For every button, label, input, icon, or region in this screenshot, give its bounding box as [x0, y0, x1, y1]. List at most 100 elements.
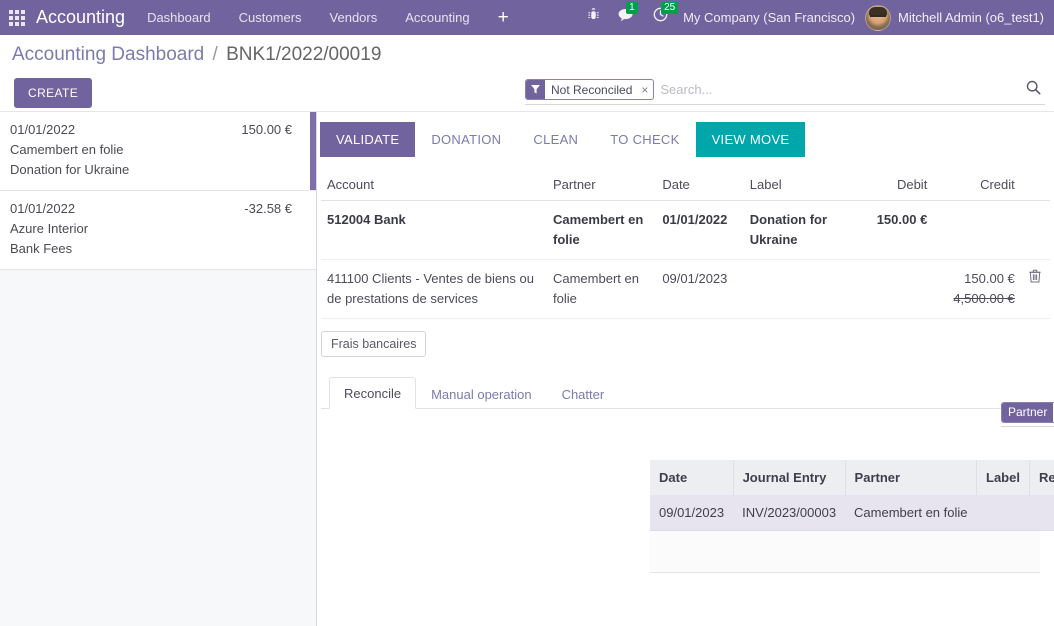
tab-manual-operation[interactable]: Manual operation — [416, 378, 546, 409]
create-button[interactable]: CREATE — [14, 78, 93, 108]
statement-line-date: 01/01/2022 — [10, 201, 76, 216]
donation-button[interactable]: DONATION — [415, 122, 517, 157]
menu-add-icon[interactable]: + — [484, 0, 523, 35]
reconcile-proposition-table: Date Journal Entry Partner Label Residua… — [650, 460, 1054, 531]
col-partner: Partner — [845, 460, 978, 495]
proposition-label — [976, 495, 1030, 531]
reconcile-search-row: Partner Camembert en folie × — [1001, 401, 1054, 427]
partner-badge-row: Frais bancaires — [317, 319, 1054, 357]
move-line-account: 411100 Clients - Ventes de biens ou de p… — [321, 259, 547, 319]
to-check-button[interactable]: TO CHECK — [594, 122, 695, 157]
proposition-head: Date Journal Entry Partner Label Residua… — [650, 460, 1054, 495]
search-input[interactable] — [654, 82, 1022, 97]
col-date: Date — [656, 173, 744, 201]
col-date: Date — [650, 460, 734, 495]
reconcile-search-facet-partner[interactable]: Partner Camembert en folie × — [1001, 401, 1054, 423]
clean-button[interactable]: CLEAN — [517, 122, 594, 157]
col-residual-amount: Residual Amount — [1029, 460, 1054, 495]
reconcile-facet-field-label: Partner — [1002, 402, 1054, 422]
move-line-credit: 150.00 € — [964, 271, 1015, 286]
move-lines-table: Account Partner Date Label Debit Credit … — [321, 173, 1050, 319]
statement-line-list: 01/01/2022 150.00 € Camembert en folie D… — [0, 112, 317, 626]
statement-line-1[interactable]: 01/01/2022 -32.58 € Azure Interior Bank … — [0, 191, 316, 270]
menu-customers[interactable]: Customers — [225, 0, 316, 35]
top-navbar: Accounting Dashboard Customers Vendors A… — [0, 0, 1054, 35]
breadcrumb-current: BNK1/2022/00019 — [226, 44, 382, 65]
search-facet-not-reconciled[interactable]: Not Reconciled × — [525, 79, 655, 100]
statement-line-0[interactable]: 01/01/2022 150.00 € Camembert en folie D… — [0, 112, 316, 191]
messages-icon[interactable]: 1 — [609, 0, 644, 35]
statement-line-label: Donation for Ukraine — [10, 162, 130, 177]
apps-grid-icon[interactable] — [0, 0, 34, 35]
menu-dashboard[interactable]: Dashboard — [133, 0, 225, 35]
activities-count-badge: 25 — [661, 2, 679, 14]
proposition-empty-area — [650, 531, 1040, 573]
move-line-debit — [845, 259, 934, 319]
move-line-debit: 150.00 € — [845, 200, 934, 260]
user-menu[interactable]: Mitchell Admin (o6_test1) — [865, 4, 1050, 31]
breadcrumb: Accounting Dashboard / BNK1/2022/00019 — [12, 44, 381, 66]
filter-icon — [526, 80, 545, 99]
col-partner: Partner — [546, 173, 657, 201]
move-line-account: 512004 Bank — [321, 200, 547, 260]
bug-icon[interactable] — [578, 0, 609, 35]
move-line-partner: Camembert en folie — [546, 200, 657, 260]
app-brand-name[interactable]: Accounting — [34, 7, 133, 28]
menu-accounting[interactable]: Accounting — [391, 0, 483, 35]
tab-chatter[interactable]: Chatter — [547, 378, 620, 409]
search-row: Not Reconciled × — [525, 79, 1045, 105]
statement-line-header: 01/01/2022 150.00 € — [10, 120, 304, 140]
move-line-credit-original: 4,500.00 € — [953, 291, 1015, 306]
proposition-journal-entry: INV/2023/00003 — [733, 495, 846, 531]
move-line-credit — [933, 200, 1021, 260]
search-icon[interactable] — [1022, 80, 1045, 99]
search-facet-value: Not Reconciled — [545, 80, 638, 99]
search-facet-remove-icon[interactable]: × — [637, 80, 653, 99]
move-line-partner: Camembert en folie — [546, 259, 657, 319]
activities-icon[interactable]: 25 — [644, 0, 679, 35]
col-debit: Debit — [845, 173, 934, 201]
move-line-row-0[interactable]: 512004 Bank Camembert en folie 01/01/202… — [321, 200, 1050, 260]
proposition-date: 09/01/2023 — [650, 495, 734, 531]
menu-vendors[interactable]: Vendors — [316, 0, 392, 35]
reconciliation-body: 01/01/2022 150.00 € Camembert en folie D… — [0, 112, 1054, 626]
move-line-date: 09/01/2023 — [656, 259, 744, 319]
statement-line-amount: -32.58 € — [244, 201, 292, 216]
col-actions — [1020, 173, 1050, 201]
frais-bancaires-badge[interactable]: Frais bancaires — [321, 331, 427, 357]
statement-line-label: Bank Fees — [10, 241, 73, 256]
col-account: Account — [321, 173, 547, 201]
validate-button[interactable]: VALIDATE — [320, 122, 416, 157]
company-switcher[interactable]: My Company (San Francisco) — [677, 0, 865, 35]
move-line-date: 01/01/2022 — [656, 200, 744, 260]
reconciliation-pane: VALIDATE DONATION CLEAN TO CHECK VIEW MO… — [317, 112, 1054, 626]
move-line-actions — [1020, 200, 1050, 260]
trash-icon — [1029, 269, 1041, 286]
move-line-row-1[interactable]: 411100 Clients - Ventes de biens ou de p… — [321, 259, 1050, 319]
breadcrumb-separator: / — [212, 44, 218, 65]
reconcile-tabs: Reconcile Manual operation Chatter — [321, 377, 1054, 409]
col-credit: Credit — [933, 173, 1021, 201]
reconcile-search-options-row: Filters 1-1 / 1 ‹ › — [1001, 437, 1054, 452]
proposition-body: 09/01/2023 INV/2023/00003 Camembert en f… — [650, 495, 1054, 531]
move-lines-body: 512004 Bank Camembert en folie 01/01/202… — [321, 200, 1050, 319]
breadcrumb-root[interactable]: Accounting Dashboard — [12, 44, 204, 65]
user-name-label: Mitchell Admin (o6_test1) — [898, 10, 1044, 25]
statement-line-partner: Azure Interior — [10, 221, 89, 236]
col-label: Label — [976, 460, 1030, 495]
tab-reconcile[interactable]: Reconcile — [329, 377, 417, 409]
systray: 1 25 My Company (San Francisco) Mitchell… — [578, 0, 1054, 35]
avatar — [865, 4, 892, 31]
proposition-partner: Camembert en folie — [845, 495, 977, 531]
reconcile-action-buttons: VALIDATE DONATION CLEAN TO CHECK VIEW MO… — [317, 112, 1054, 157]
move-line-label: Donation for Ukraine — [743, 200, 846, 260]
statement-line-amount: 150.00 € — [241, 122, 292, 137]
col-journal-entry: Journal Entry — [733, 460, 846, 495]
messages-count-badge: 1 — [626, 2, 638, 14]
statement-line-date: 01/01/2022 — [10, 122, 76, 137]
statement-line-header: 01/01/2022 -32.58 € — [10, 199, 304, 219]
proposition-row-0[interactable]: 09/01/2023 INV/2023/00003 Camembert en f… — [650, 495, 1054, 531]
view-move-button[interactable]: VIEW MOVE — [695, 122, 806, 157]
col-label: Label — [743, 173, 846, 201]
move-line-delete-button[interactable] — [1020, 259, 1050, 319]
